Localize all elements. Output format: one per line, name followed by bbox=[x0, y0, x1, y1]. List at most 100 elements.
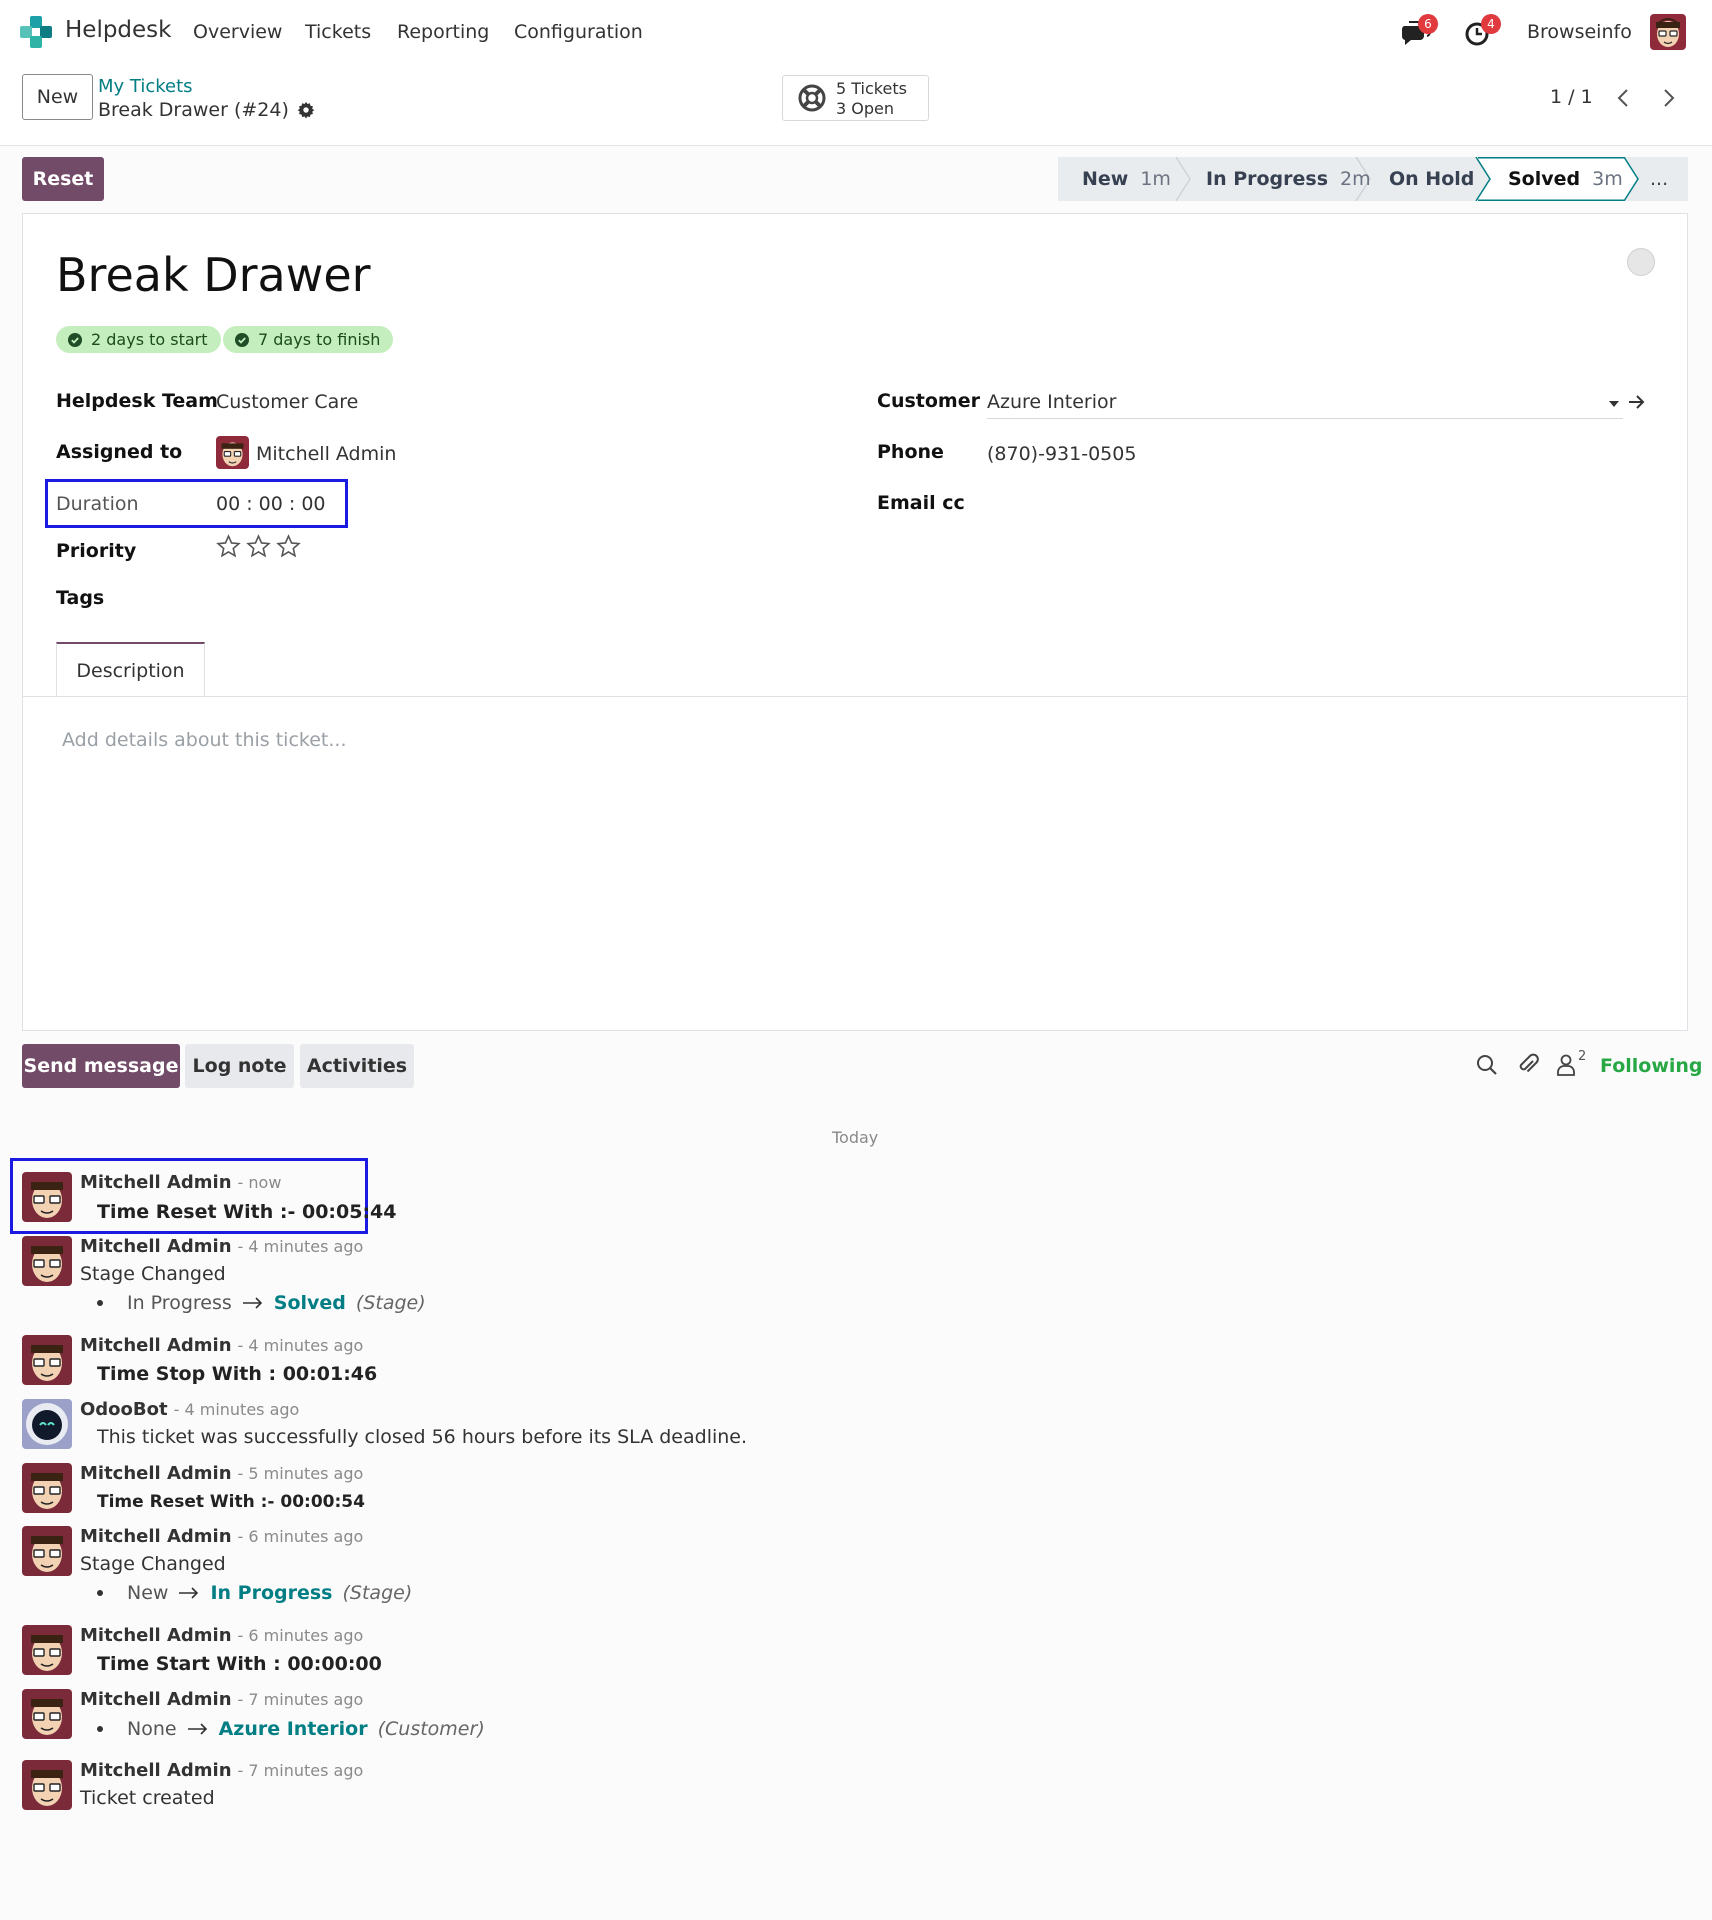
stage-on-hold[interactable]: On Hold bbox=[1389, 157, 1474, 201]
message-avatar[interactable] bbox=[22, 1399, 72, 1449]
paperclip-icon[interactable] bbox=[1515, 1052, 1541, 1078]
menu-reporting[interactable]: Reporting bbox=[397, 21, 489, 43]
gear-icon[interactable] bbox=[297, 101, 315, 119]
message-author[interactable]: Mitchell Admin - 4 minutes ago bbox=[80, 1236, 363, 1257]
message-author[interactable]: Mitchell Admin - 7 minutes ago bbox=[80, 1760, 363, 1781]
message-body: Time Reset With :- 00:00:54 bbox=[97, 1492, 365, 1512]
breadcrumb-current-record: Break Drawer (#24) bbox=[98, 99, 315, 121]
avatar-icon bbox=[22, 1172, 72, 1222]
stage-name: On Hold bbox=[1389, 168, 1475, 190]
star-icon[interactable] bbox=[276, 534, 301, 559]
author-name: Mitchell Admin bbox=[80, 1526, 232, 1547]
kanban-state-indicator[interactable] bbox=[1627, 248, 1655, 276]
author-name: Mitchell Admin bbox=[80, 1335, 232, 1356]
assigned-to-field[interactable]: Mitchell Admin bbox=[256, 443, 396, 465]
message-avatar[interactable] bbox=[22, 1236, 72, 1286]
company-switcher[interactable]: Browseinfo bbox=[1527, 21, 1632, 43]
avatar-icon bbox=[22, 1526, 72, 1576]
customer-field[interactable]: Azure Interior bbox=[987, 391, 1116, 413]
message-author[interactable]: Mitchell Admin - 4 minutes ago bbox=[80, 1335, 363, 1356]
assigned-to-label: Assigned to bbox=[56, 441, 183, 463]
tracking-old-value: New bbox=[127, 1582, 169, 1604]
message-avatar[interactable] bbox=[22, 1335, 72, 1385]
email-cc-label: Email cc bbox=[877, 492, 965, 514]
app-name[interactable]: Helpdesk bbox=[65, 17, 172, 43]
chevron-right-icon[interactable] bbox=[1656, 86, 1680, 110]
star-icon[interactable] bbox=[216, 534, 241, 559]
message-author[interactable]: Mitchell Admin - now bbox=[80, 1172, 281, 1193]
message-avatar[interactable] bbox=[22, 1526, 72, 1576]
messages-count-badge: 6 bbox=[1418, 14, 1438, 34]
message-avatar[interactable] bbox=[22, 1172, 72, 1222]
message-time: - now bbox=[237, 1173, 282, 1192]
phone-field[interactable]: (870)-931-0505 bbox=[987, 443, 1136, 465]
stage-more-button[interactable]: ... bbox=[1650, 157, 1668, 201]
bot-avatar-icon bbox=[22, 1399, 72, 1449]
stage-statusbar: New 1m In Progress 2m On Hold Solved 3m … bbox=[1058, 157, 1688, 201]
avatar-icon bbox=[216, 436, 249, 469]
followers-count: 2 bbox=[1578, 1049, 1587, 1064]
message-body: This ticket was successfully closed 56 h… bbox=[97, 1426, 748, 1448]
avatar-icon bbox=[22, 1236, 72, 1286]
breadcrumb-my-tickets[interactable]: My Tickets bbox=[98, 76, 193, 97]
activities-button[interactable]: 4 bbox=[1463, 14, 1501, 48]
message-author[interactable]: Mitchell Admin - 6 minutes ago bbox=[80, 1625, 363, 1646]
reset-button[interactable]: Reset bbox=[22, 157, 104, 201]
caret-down-icon[interactable] bbox=[1608, 398, 1620, 410]
stage-new[interactable]: New 1m bbox=[1082, 157, 1171, 201]
search-icon[interactable] bbox=[1474, 1052, 1500, 1078]
chevron-left-icon[interactable] bbox=[1612, 86, 1636, 110]
bullet bbox=[97, 1300, 103, 1306]
menu-configuration[interactable]: Configuration bbox=[514, 21, 643, 43]
message-time: - 4 minutes ago bbox=[237, 1336, 364, 1355]
ticket-title[interactable]: Break Drawer bbox=[56, 248, 371, 302]
stage-time: 2m bbox=[1340, 168, 1371, 190]
pager-value[interactable]: 1 / 1 bbox=[1550, 86, 1593, 108]
star-icon[interactable] bbox=[246, 534, 271, 559]
new-button[interactable]: New bbox=[22, 74, 93, 120]
avatar-icon bbox=[22, 1335, 72, 1385]
message-body: Stage Changed bbox=[80, 1553, 226, 1575]
tab-description[interactable]: Description bbox=[56, 642, 205, 697]
message-avatar[interactable] bbox=[22, 1463, 72, 1513]
customer-label: Customer bbox=[877, 390, 980, 412]
stage-name: In Progress bbox=[1206, 168, 1329, 190]
helpdesk-logo-icon[interactable] bbox=[20, 16, 52, 48]
message-author[interactable]: Mitchell Admin - 6 minutes ago bbox=[80, 1526, 363, 1547]
user-icon[interactable] bbox=[1553, 1052, 1579, 1078]
check-circle-icon bbox=[68, 332, 82, 347]
duration-field[interactable]: 00 : 00 : 00 bbox=[216, 493, 326, 515]
avatar-icon bbox=[22, 1760, 72, 1810]
messages-button[interactable]: 6 bbox=[1400, 14, 1438, 48]
arrow-right-icon[interactable] bbox=[1627, 392, 1647, 412]
log-note-button[interactable]: Log note bbox=[185, 1044, 294, 1088]
assignee-avatar bbox=[216, 436, 249, 469]
stage-solved[interactable]: Solved 3m bbox=[1508, 157, 1623, 201]
message-author[interactable]: OdooBot - 4 minutes ago bbox=[80, 1399, 299, 1420]
description-editor[interactable]: Add details about this ticket... bbox=[62, 729, 347, 751]
following-button[interactable]: Following bbox=[1600, 1055, 1703, 1077]
helpdesk-team-field[interactable]: Customer Care bbox=[216, 391, 358, 413]
message-author[interactable]: Mitchell Admin - 7 minutes ago bbox=[80, 1689, 363, 1710]
user-avatar[interactable] bbox=[1650, 14, 1686, 50]
message-time: - 7 minutes ago bbox=[237, 1761, 364, 1780]
message-avatar[interactable] bbox=[22, 1625, 72, 1675]
duration-label: Duration bbox=[56, 493, 139, 515]
message-avatar[interactable] bbox=[22, 1760, 72, 1810]
bullet bbox=[97, 1726, 103, 1732]
author-name: Mitchell Admin bbox=[80, 1689, 232, 1710]
lifebuoy-icon bbox=[798, 84, 826, 112]
message-avatar[interactable] bbox=[22, 1689, 72, 1739]
tracking-field: (Stage) bbox=[342, 1582, 413, 1604]
menu-tickets[interactable]: Tickets bbox=[305, 21, 371, 43]
message-body: Stage Changed bbox=[80, 1263, 226, 1285]
send-message-button[interactable]: Send message bbox=[22, 1044, 180, 1088]
menu-overview[interactable]: Overview bbox=[193, 21, 282, 43]
message-body: Time Reset With :- 00:05:44 bbox=[97, 1201, 397, 1223]
avatar-icon bbox=[22, 1463, 72, 1513]
message-author[interactable]: Mitchell Admin - 5 minutes ago bbox=[80, 1463, 363, 1484]
tickets-smart-button[interactable]: 5 Tickets 3 Open bbox=[782, 75, 929, 121]
bullet bbox=[97, 1590, 103, 1596]
stage-in-progress[interactable]: In Progress 2m bbox=[1206, 157, 1371, 201]
activities-button[interactable]: Activities bbox=[300, 1044, 414, 1088]
